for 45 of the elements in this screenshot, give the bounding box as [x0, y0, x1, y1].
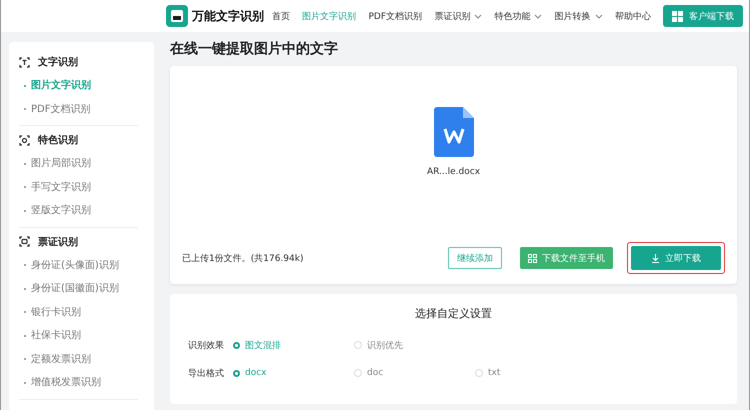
page-title: 在线一键提取图片中的文字 [170, 42, 339, 56]
nav-item[interactable]: 图片转换 [554, 10, 591, 22]
sidebar-item[interactable]: 社保卡识别 [31, 324, 81, 348]
sidebar-item[interactable]: PDF文档识别 [31, 98, 90, 121]
upload-status: 已上传1份文件。(共176.94k) [182, 252, 304, 264]
download-to-phone-button[interactable]: 下载文件至手机 [520, 247, 613, 269]
nav-item[interactable]: 帮助中心 [614, 10, 651, 22]
radio-option[interactable]: doc [354, 368, 475, 378]
sidebar-item[interactable]: 定额发票识别 [31, 348, 91, 371]
nav-item[interactable]: 票证识别 [434, 10, 470, 22]
scan-icon [19, 134, 30, 146]
nav-item[interactable]: 首页 [272, 10, 290, 22]
sidebar-item[interactable]: 竖版文字识别 [31, 199, 91, 222]
add-more-button[interactable]: 继续添加 [448, 247, 502, 269]
setting-label: 识别效果 [188, 340, 225, 352]
radio-option[interactable]: txt [475, 368, 596, 378]
text-scan-icon [19, 56, 30, 68]
sidebar-group-title: 文字识别 [38, 55, 78, 69]
sidebar-item[interactable]: 身份证(国徽面)识别 [31, 277, 119, 300]
download-icon [651, 254, 660, 262]
windows-icon [672, 10, 683, 22]
sidebar-item[interactable]: 身份证(头像面)识别 [31, 254, 119, 277]
scan-icon [19, 236, 30, 247]
nav-item[interactable]: PDF文档识别 [368, 10, 422, 22]
sidebar-group-title: 特色识别 [38, 134, 78, 147]
logo-text: 万能文字识别 [192, 8, 264, 24]
file-name: AR...le.docx [426, 167, 480, 177]
client-download-button[interactable]: 客户端下载 [663, 5, 743, 27]
word-file-icon [434, 107, 474, 157]
sidebar-item[interactable]: 增值税发票识别 [31, 371, 101, 394]
qr-icon [528, 254, 537, 262]
logo-icon [166, 5, 188, 27]
settings-title: 选择自定义设置 [414, 306, 493, 321]
radio-option[interactable]: 识别优先 [354, 338, 475, 352]
sidebar-item[interactable]: 图片文字识别 [31, 74, 91, 98]
nav-item[interactable]: 图片文字识别 [302, 10, 356, 22]
sidebar-item[interactable]: 图片局部识别 [31, 152, 91, 176]
sidebar-group-title: 票证识别 [38, 236, 78, 248]
setting-label: 导出格式 [188, 368, 225, 380]
nav-item[interactable]: 特色功能 [494, 10, 530, 22]
sidebar-item[interactable]: 银行卡识别 [31, 300, 81, 324]
sidebar-item[interactable]: 手写文字识别 [31, 176, 91, 199]
radio-option[interactable]: 图文混排 [233, 338, 354, 352]
download-now-button[interactable]: 立即下载 [631, 246, 721, 270]
radio-option[interactable]: docx [233, 368, 354, 378]
